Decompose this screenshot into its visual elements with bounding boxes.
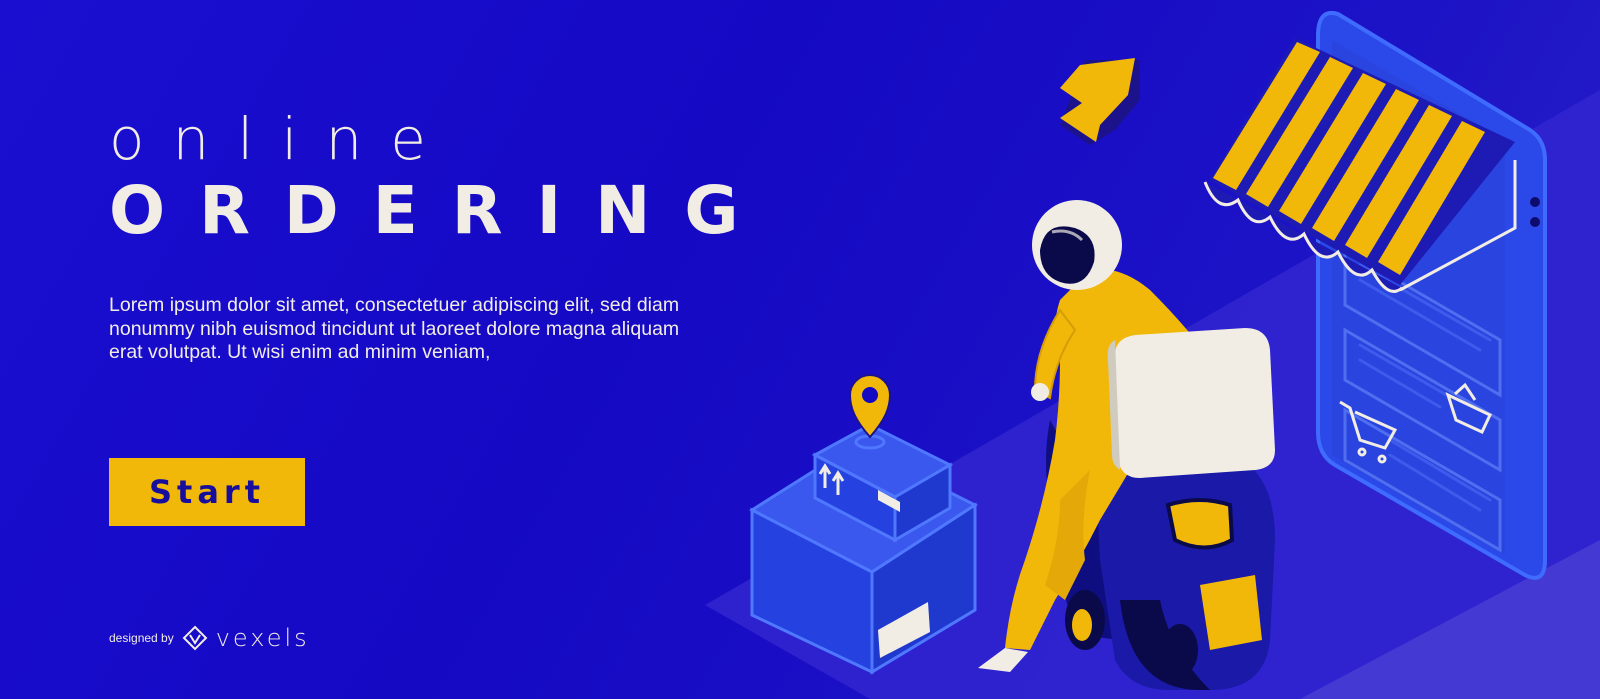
arrow-icon	[1060, 58, 1140, 145]
hero-body-text: Lorem ipsum dolor sit amet, consectetuer…	[109, 294, 680, 363]
hero-title-big: ORDERING	[109, 172, 773, 249]
delivery-bag-icon	[1107, 328, 1275, 478]
credit-prefix: designed by	[109, 631, 174, 645]
designer-credit[interactable]: designed by vexels	[109, 624, 310, 652]
delivery-illustration	[705, 11, 1600, 699]
start-button[interactable]: Start	[109, 458, 305, 526]
vexels-logo-icon	[182, 625, 208, 651]
hero-title-small: online	[109, 105, 454, 173]
credit-brand: vexels	[215, 624, 310, 652]
awning-icon	[1203, 38, 1517, 293]
